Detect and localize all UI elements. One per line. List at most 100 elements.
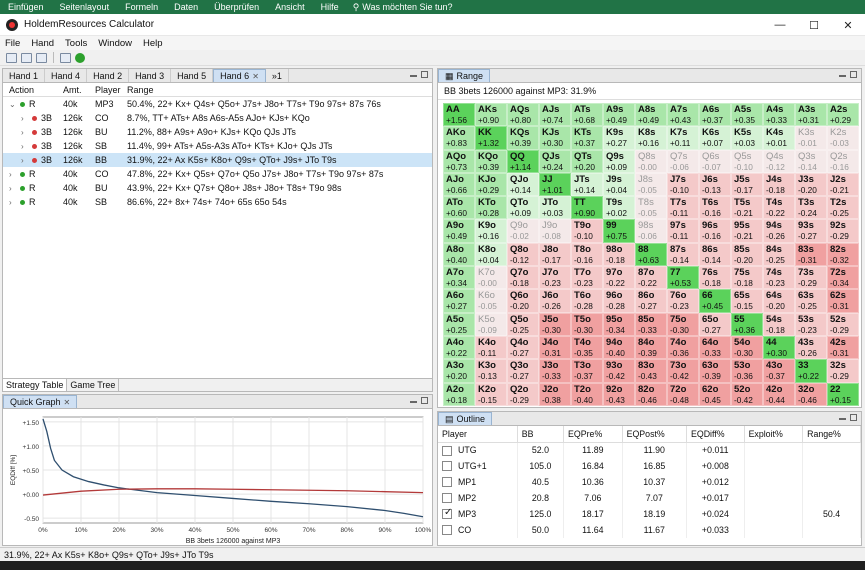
hand-cell-Q9o[interactable]: Q9o -0.02 (507, 219, 539, 243)
hand-cell-95s[interactable]: 95s -0.21 (731, 219, 763, 243)
hand-cell-Q4o[interactable]: Q4o -0.27 (507, 335, 539, 360)
header-eqpost[interactable]: EQPost% (622, 426, 687, 443)
hand-cell-Q6o[interactable]: Q6o -0.20 (507, 289, 539, 313)
hand-cell-J6s[interactable]: J6s -0.13 (699, 172, 731, 197)
hand-cell-76o[interactable]: 76o -0.23 (667, 289, 699, 313)
hand-cell-85s[interactable]: 85s -0.20 (731, 242, 763, 267)
hand-cell-52o[interactable]: 52o -0.42 (731, 382, 763, 406)
hand-cell-87s[interactable]: 87s -0.14 (667, 242, 699, 267)
hand-cell-AQs[interactable]: AQs +0.80 (507, 103, 539, 127)
ribbon-search[interactable]: ⚲ Was möchten Sie tun? (347, 2, 453, 13)
hand-cell-QJo[interactable]: QJo +0.14 (507, 172, 539, 197)
hand-cell-72o[interactable]: 72o -0.48 (667, 382, 699, 406)
panel-minimize-icon[interactable] (410, 71, 417, 77)
hand-cell-A9s[interactable]: A9s +0.49 (603, 103, 635, 127)
maximize-button[interactable]: ☐ (797, 14, 831, 36)
hand-cell-T4o[interactable]: T4o -0.35 (571, 335, 603, 360)
panel-minimize-icon[interactable] (839, 414, 846, 420)
hand-cell-J9s[interactable]: J9s +0.04 (603, 172, 635, 197)
hand-cell-A5o[interactable]: A5o +0.25 (443, 312, 475, 336)
hand-cell-A3o[interactable]: A3o +0.20 (443, 359, 475, 383)
hand-cell-52s[interactable]: 52s -0.29 (827, 312, 859, 336)
header-range[interactable]: Range (127, 85, 432, 95)
hand-cell-KK[interactable]: KK +1.32 (475, 126, 507, 150)
menu-help[interactable]: Help (138, 38, 169, 49)
hand-cell-KJo[interactable]: KJo +0.29 (475, 172, 507, 197)
chevron-right-icon[interactable]: › (21, 128, 28, 137)
chevron-right-icon[interactable]: › (9, 170, 16, 179)
hand-cell-J8o[interactable]: J8o -0.17 (539, 242, 571, 267)
hand-cell-KTo[interactable]: KTo +0.28 (475, 196, 507, 220)
hand-cell-77[interactable]: 77 +0.53 (667, 266, 699, 290)
hand-cell-A2s[interactable]: A2s +0.29 (827, 103, 859, 127)
hand-cell-Q5s[interactable]: Q5s -0.10 (731, 149, 763, 173)
hand-cell-JTo[interactable]: JTo +0.03 (539, 196, 571, 220)
hand-cell-J3o[interactable]: J3o -0.33 (539, 359, 571, 383)
panel-maximize-icon[interactable] (421, 397, 428, 404)
hand-cell-T6s[interactable]: T6s -0.16 (699, 196, 731, 220)
hand-cell-87o[interactable]: 87o -0.22 (635, 266, 667, 290)
hand-cell-J5s[interactable]: J5s -0.17 (731, 172, 763, 197)
tab-hand-3[interactable]: Hand 3 (129, 69, 172, 82)
hand-cell-44[interactable]: 44 +0.30 (763, 335, 795, 360)
ribbon-item-0[interactable]: Einfügen (0, 2, 52, 12)
hand-cell-J7s[interactable]: J7s -0.10 (667, 172, 699, 197)
hand-cell-KJs[interactable]: KJs +0.30 (539, 126, 571, 150)
hand-cell-T3o[interactable]: T3o -0.37 (571, 359, 603, 383)
hand-cell-QJs[interactable]: QJs +0.24 (539, 149, 571, 173)
tab-outline[interactable]: ▤ Outline (438, 412, 493, 425)
hand-cell-43s[interactable]: 43s -0.26 (795, 335, 827, 360)
player-checkbox[interactable] (442, 507, 452, 520)
chevron-right-icon[interactable]: › (21, 156, 28, 165)
hand-cell-J2s[interactable]: J2s -0.21 (827, 172, 859, 197)
tab-quick-graph[interactable]: Quick Graph ✕ (3, 395, 78, 408)
hand-cell-97s[interactable]: 97s -0.11 (667, 219, 699, 243)
player-checkbox[interactable] (442, 445, 452, 456)
hand-cell-Q3o[interactable]: Q3o -0.27 (507, 359, 539, 383)
player-checkbox[interactable] (442, 477, 452, 488)
hand-cell-KQs[interactable]: KQs +0.39 (507, 126, 539, 150)
hand-cell-QTs[interactable]: QTs +0.20 (571, 149, 603, 173)
new-file-icon[interactable] (6, 52, 17, 63)
hand-cell-93s[interactable]: 93s -0.27 (795, 219, 827, 243)
hand-cell-T2o[interactable]: T2o -0.40 (571, 382, 603, 406)
hand-cell-K5s[interactable]: K5s +0.03 (731, 126, 763, 150)
hand-cell-T8s[interactable]: T8s -0.05 (635, 196, 667, 220)
hand-cell-82o[interactable]: 82o -0.46 (635, 382, 667, 406)
hand-cell-T6o[interactable]: T6o -0.28 (571, 289, 603, 313)
tabs-overflow[interactable]: »1 (266, 69, 289, 82)
header-amt[interactable]: Amt. (63, 85, 95, 95)
hand-cell-66[interactable]: 66 +0.45 (699, 289, 731, 313)
hand-cell-94s[interactable]: 94s -0.26 (763, 219, 795, 243)
hand-cell-54s[interactable]: 54s -0.18 (763, 312, 795, 336)
hand-cell-Q8s[interactable]: Q8s -0.00 (635, 149, 667, 173)
hand-cell-T5s[interactable]: T5s -0.21 (731, 196, 763, 220)
panel-maximize-icon[interactable] (850, 414, 857, 421)
hand-cell-K4o[interactable]: K4o -0.11 (475, 335, 507, 360)
hand-cell-QTo[interactable]: QTo +0.09 (507, 196, 539, 220)
hand-cell-ATo[interactable]: ATo +0.60 (443, 196, 475, 220)
hand-cell-JJ[interactable]: JJ +1.01 (539, 172, 571, 197)
hand-cell-A2o[interactable]: A2o +0.18 (443, 382, 475, 406)
hand-cell-97o[interactable]: 97o -0.22 (603, 266, 635, 290)
hand-cell-J9o[interactable]: J9o -0.08 (539, 219, 571, 243)
header-player[interactable]: Player (438, 426, 518, 443)
hand-cell-65s[interactable]: 65s -0.15 (731, 289, 763, 313)
hand-cell-Q2s[interactable]: Q2s -0.16 (827, 149, 859, 173)
hand-cell-65o[interactable]: 65o -0.27 (699, 312, 731, 336)
strategy-row[interactable]: › R 40k CO 47.8%, 22+ Kx+ Q5s+ Q7o+ Q5o J7s+… (3, 167, 432, 181)
hand-cell-72s[interactable]: 72s -0.34 (827, 266, 859, 290)
player-checkbox[interactable] (442, 461, 452, 472)
hand-cell-84s[interactable]: 84s -0.25 (763, 242, 795, 267)
hand-cell-84o[interactable]: 84o -0.39 (635, 335, 667, 360)
ribbon-item-1[interactable]: Seitenlayout (52, 2, 118, 12)
hand-cell-A6s[interactable]: A6s +0.37 (699, 103, 731, 127)
hand-cell-T7s[interactable]: T7s -0.11 (667, 196, 699, 220)
hand-cell-K8o[interactable]: K8o +0.04 (475, 242, 507, 267)
header-eqdiff[interactable]: EQDiff% (686, 426, 745, 443)
hand-cell-Q8o[interactable]: Q8o -0.12 (507, 242, 539, 267)
tab-strategy-table[interactable]: Strategy Table (3, 379, 68, 391)
hand-cell-A6o[interactable]: A6o +0.27 (443, 289, 475, 313)
hand-cell-QQ[interactable]: QQ +1.14 (507, 149, 539, 173)
player-checkbox[interactable] (442, 493, 452, 504)
